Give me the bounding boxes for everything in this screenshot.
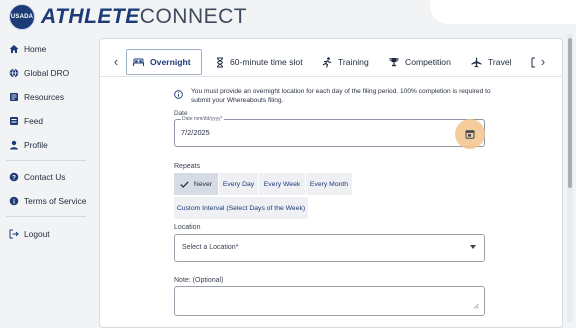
sidebar-item-label: Resources xyxy=(24,92,65,102)
tab-label: Competition xyxy=(405,57,451,67)
person-icon xyxy=(10,140,18,150)
note-textarea[interactable] xyxy=(174,286,485,316)
tab-training[interactable]: Training xyxy=(322,49,369,75)
repeat-option-label: Every Week xyxy=(263,180,301,188)
logout-icon xyxy=(9,229,19,239)
logo-badge-text: USADA xyxy=(10,14,34,20)
svg-text:?: ? xyxy=(12,174,16,181)
svg-text:i: i xyxy=(13,199,15,206)
sidebar-divider xyxy=(6,160,86,161)
book-icon xyxy=(10,93,18,101)
overnight-info-text: You must provide an overnight location f… xyxy=(191,88,491,104)
date-field[interactable] xyxy=(174,119,485,147)
chevron-down-icon xyxy=(470,245,476,249)
tab-overnight[interactable]: Overnight xyxy=(126,49,202,75)
usada-logo: USADA xyxy=(9,4,35,30)
home-icon xyxy=(9,45,19,53)
scrollbar-thumb[interactable] xyxy=(568,38,572,188)
location-label: Location xyxy=(174,224,201,231)
sidebar-item-profile[interactable]: Profile xyxy=(0,136,90,154)
tabs-scroll-left-button[interactable]: ‹ xyxy=(110,49,122,75)
logo-regular: CONNECT xyxy=(139,5,248,28)
sidebar-item-global-dro[interactable]: Global DRO xyxy=(0,64,90,82)
tab-60-minute-time-slot[interactable]: 60-minute time slot xyxy=(216,49,303,75)
running-icon xyxy=(322,56,332,68)
sidebar-item-label: Terms of Service xyxy=(24,196,87,206)
sidebar-item-home[interactable]: Home xyxy=(0,40,90,58)
document-icon xyxy=(531,57,535,67)
chevron-right-icon: › xyxy=(540,54,546,69)
header-decoration xyxy=(430,0,576,24)
calendar-icon[interactable] xyxy=(465,129,475,139)
check-icon xyxy=(180,180,189,188)
sidebar-item-feed[interactable]: Feed xyxy=(0,112,90,130)
bed-icon xyxy=(133,58,144,66)
feed-icon xyxy=(10,117,18,125)
info-icon xyxy=(174,90,183,99)
sidebar-item-terms[interactable]: i Terms of Service xyxy=(0,192,90,210)
sidebar-item-label: Home xyxy=(24,44,47,54)
repeat-option-label: Never xyxy=(193,180,213,188)
sidebar-item-resources[interactable]: Resources xyxy=(0,88,90,106)
sidebar-item-contact-us[interactable]: ? Contact Us xyxy=(0,168,90,186)
info-icon: i xyxy=(9,196,19,206)
tabs-scroll-right-button[interactable]: › xyxy=(537,49,549,75)
repeat-custom-interval-button[interactable]: Custom Interval (Select Days of the Week… xyxy=(174,197,308,219)
sidebar-item-label: Profile xyxy=(24,140,48,150)
globe-icon xyxy=(9,68,19,78)
tab-travel[interactable]: Travel xyxy=(471,49,512,75)
sidebar-item-label: Global DRO xyxy=(24,68,70,78)
sidebar-item-logout[interactable]: Logout xyxy=(0,225,90,243)
sidebar-item-label: Logout xyxy=(24,229,50,239)
location-placeholder: Select a Location* xyxy=(182,244,239,251)
sidebar-item-label: Feed xyxy=(24,116,44,126)
hourglass-icon xyxy=(217,57,223,67)
help-icon: ? xyxy=(9,172,19,182)
sidebar-divider xyxy=(6,216,86,217)
tab-label: 60-minute time slot xyxy=(230,57,303,67)
chevron-left-icon: ‹ xyxy=(113,54,119,69)
repeat-never-button[interactable]: Never xyxy=(174,173,218,195)
repeat-every-day-button[interactable]: Every Day xyxy=(219,173,258,195)
repeat-option-label: Custom Interval (Select Days of the Week… xyxy=(176,204,306,212)
repeat-option-label: Every Day xyxy=(222,180,255,188)
app-logo-text: ATHLETECONNECT xyxy=(41,5,247,29)
date-value[interactable]: 7/2/2025 xyxy=(181,128,210,137)
repeats-label: Repeats xyxy=(174,163,201,170)
repeat-every-month-button[interactable]: Every Month xyxy=(306,173,352,195)
resize-handle-icon[interactable] xyxy=(473,303,479,309)
note-label: Note: (Optional) xyxy=(174,277,224,284)
date-field-floating-label: Date mm/dd/yyyy* xyxy=(181,116,224,122)
tab-label: Training xyxy=(338,57,369,67)
trophy-icon xyxy=(389,58,399,67)
app-header: USADA ATHLETECONNECT xyxy=(0,0,576,34)
repeat-every-week-button[interactable]: Every Week xyxy=(259,173,305,195)
tab-label: Travel xyxy=(488,57,512,67)
tab-label: Overnight xyxy=(150,57,191,67)
airplane-icon xyxy=(471,57,482,67)
logo-bold: ATHLETE xyxy=(41,5,140,28)
tabs-underline xyxy=(100,76,562,77)
tab-competition[interactable]: Competition xyxy=(389,49,451,75)
sidebar-item-label: Contact Us xyxy=(24,172,66,182)
repeat-option-label: Every Month xyxy=(309,180,349,188)
